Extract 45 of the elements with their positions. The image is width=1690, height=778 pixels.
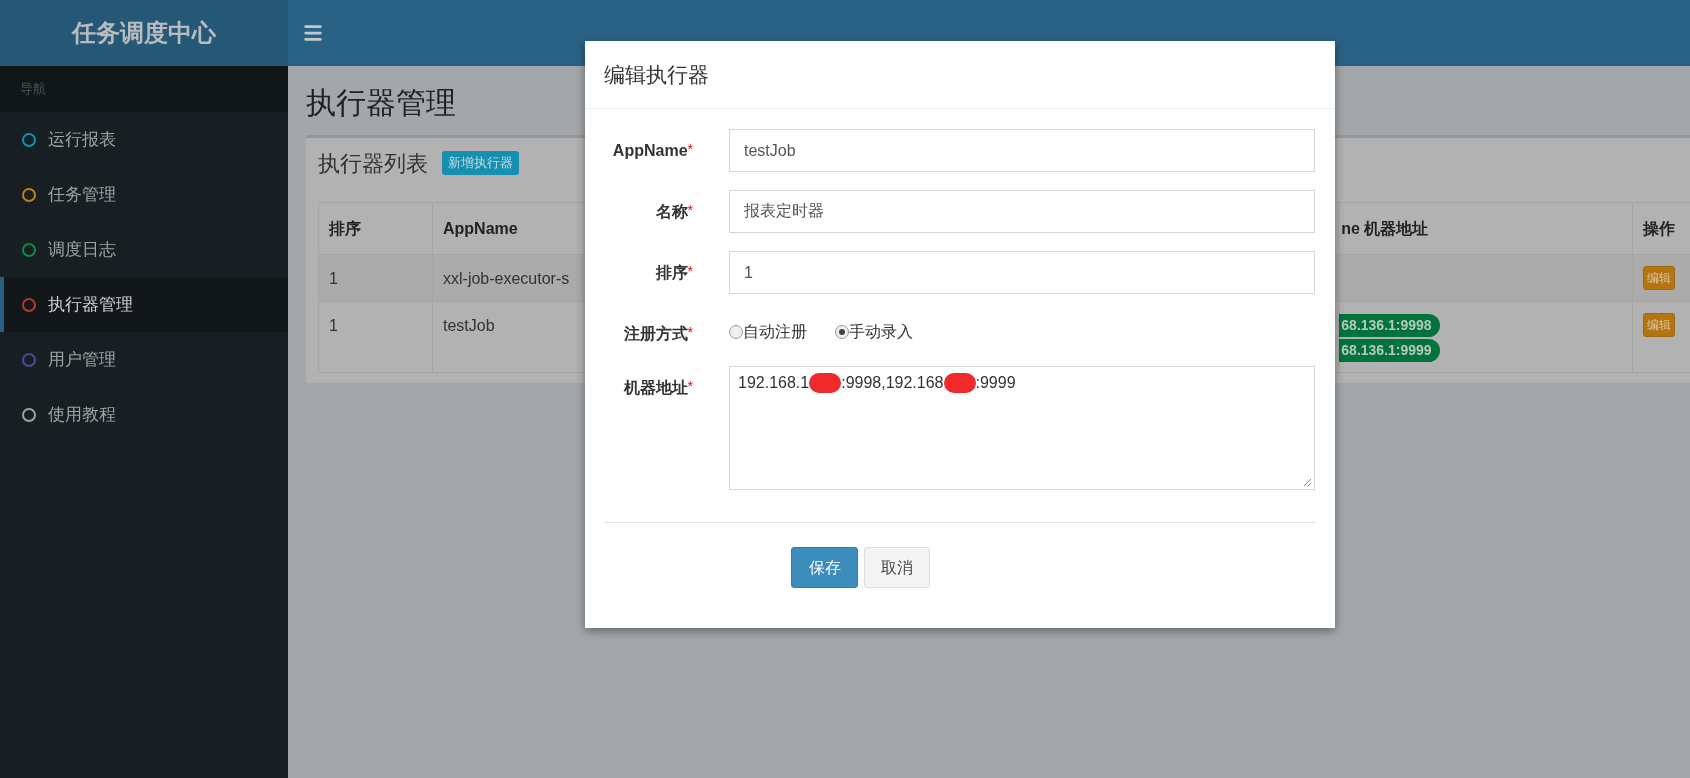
radio-button[interactable] [729, 325, 743, 339]
required-mark: * [687, 140, 693, 157]
address-textarea[interactable]: 192.168.1 :9998,192.168 :9999 [729, 366, 1315, 490]
text-field[interactable]: testJob [729, 129, 1315, 172]
column-header: 排序 [319, 203, 433, 254]
redaction-scribble [809, 373, 842, 393]
column-header: 操作 [1641, 218, 1677, 239]
radio-button[interactable] [835, 325, 849, 339]
required-mark: * [687, 262, 693, 279]
address-text: 192.168.1 [738, 373, 810, 393]
column-header: ne 机器地址 [1339, 203, 1634, 254]
brand-title: 任务调度中心 [0, 0, 288, 66]
required-mark: * [687, 201, 693, 218]
page-title: 执行器管理 [306, 85, 457, 121]
box-title: 执行器列表 [318, 149, 428, 178]
field-label: 机器地址 [623, 378, 688, 398]
address-text: :9999 [975, 373, 1016, 393]
radio-label: 手动录入 [849, 322, 913, 342]
redaction-scribble [943, 373, 976, 393]
sidebar-item[interactable]: 执行器管理 [0, 277, 288, 332]
sidebar-item[interactable]: 调度日志 [0, 222, 288, 277]
menu-icon[interactable] [302, 22, 324, 44]
resize-grip-icon [1303, 478, 1312, 487]
field-label: 注册方式 [623, 324, 688, 344]
field-label: AppName [612, 141, 688, 161]
address-badge: 68.136.1:9998 [1339, 314, 1440, 337]
table-cell: 1 [319, 255, 433, 301]
sidebar-item[interactable]: 用户管理 [0, 332, 288, 387]
required-mark: * [687, 377, 693, 394]
address-badge: 68.136.1:9999 [1339, 339, 1440, 362]
sidebar-item[interactable]: 任务管理 [0, 167, 288, 222]
save-button[interactable]: 保存 [791, 547, 858, 588]
radio-label: 自动注册 [743, 322, 807, 342]
required-mark: * [687, 323, 693, 340]
modal-title: 编辑执行器 [604, 61, 709, 88]
nav-section-header: 导航 [0, 66, 288, 112]
field-label: 名称 [655, 202, 688, 222]
sidebar-item[interactable]: 运行报表 [0, 112, 288, 167]
field-label: 排序 [655, 263, 688, 283]
text-field[interactable]: 报表定时器 [729, 190, 1315, 233]
cancel-button[interactable]: 取消 [864, 547, 930, 588]
sidebar-item[interactable]: 使用教程 [0, 387, 288, 442]
address-text: :9998,192.168 [841, 373, 944, 393]
text-field[interactable]: 1 [729, 251, 1315, 294]
table-cell: 1 [319, 302, 433, 372]
